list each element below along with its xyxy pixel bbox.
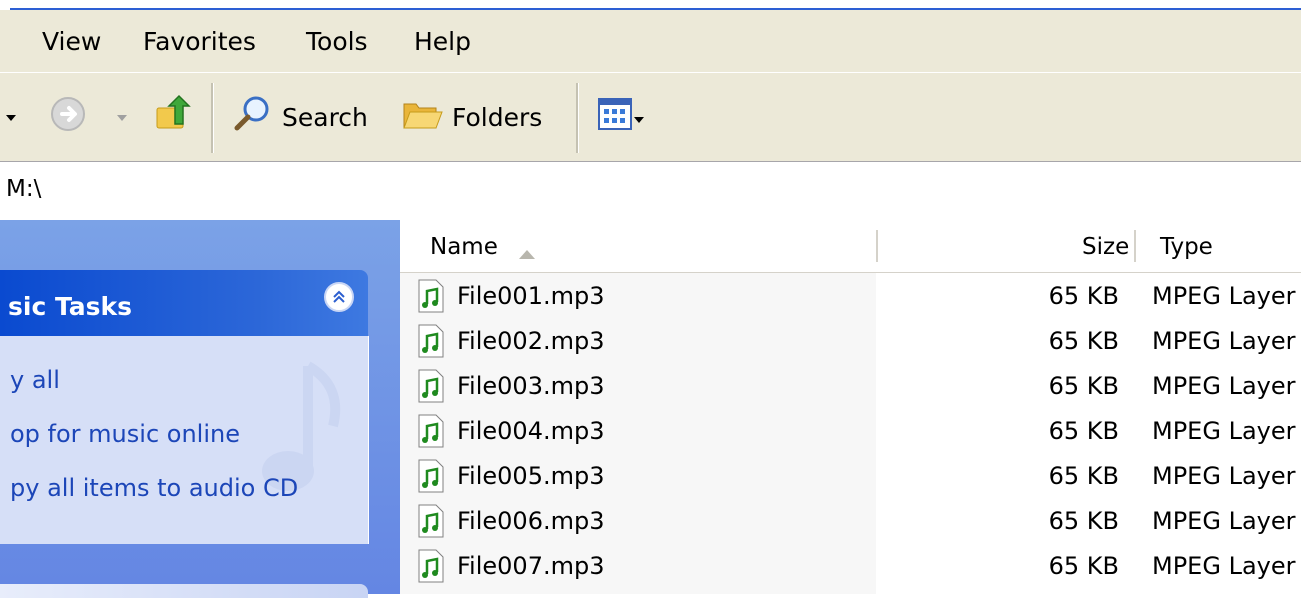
file-type: MPEG Layer <box>1152 552 1296 580</box>
file-row[interactable]: File002.mp3 65 KB MPEG Layer <box>400 320 1301 365</box>
file-list: Name Size Type File001.mp3 65 KB MPEG La… <box>400 220 1301 594</box>
file-name: File005.mp3 <box>457 462 605 490</box>
file-type: MPEG Layer <box>1152 282 1296 310</box>
search-icon <box>232 94 272 140</box>
task-pane: sic Tasks y all op for music online py a… <box>0 220 400 598</box>
window-top-border <box>0 0 1301 10</box>
next-task-panel <box>0 584 368 598</box>
menu-favorites[interactable]: Favorites <box>143 27 256 56</box>
music-tasks-header[interactable]: sic Tasks <box>0 270 368 336</box>
music-file-icon <box>418 279 444 313</box>
file-name: File007.mp3 <box>457 552 605 580</box>
file-size: 65 KB <box>1048 282 1119 310</box>
file-size: 65 KB <box>1048 327 1119 355</box>
file-row[interactable]: File007.mp3 65 KB MPEG Layer <box>400 545 1301 590</box>
file-size: 65 KB <box>1048 507 1119 535</box>
file-name: File003.mp3 <box>457 372 605 400</box>
file-row[interactable]: File001.mp3 65 KB MPEG Layer <box>400 275 1301 320</box>
sort-ascending-icon <box>518 240 536 266</box>
file-size: 65 KB <box>1048 462 1119 490</box>
search-label: Search <box>282 102 368 132</box>
back-dropdown-icon[interactable] <box>4 93 18 141</box>
music-tasks-body: y all op for music online py all items t… <box>0 336 369 544</box>
file-row[interactable]: File003.mp3 65 KB MPEG Layer <box>400 365 1301 410</box>
music-file-icon <box>418 549 444 583</box>
menu-bar: View Favorites Tools Help <box>0 10 1301 72</box>
forward-icon <box>50 96 86 138</box>
file-name: File002.mp3 <box>457 327 605 355</box>
music-file-icon <box>418 369 444 403</box>
file-size: 65 KB <box>1048 417 1119 445</box>
menu-tools[interactable]: Tools <box>306 27 368 56</box>
file-type: MPEG Layer <box>1152 417 1296 445</box>
file-size: 65 KB <box>1048 552 1119 580</box>
folders-icon <box>402 96 444 138</box>
column-header-type[interactable]: Type <box>1160 234 1213 260</box>
file-name: File001.mp3 <box>457 282 605 310</box>
views-icon <box>598 98 632 136</box>
column-header-name[interactable]: Name <box>430 234 498 260</box>
file-row[interactable]: File004.mp3 65 KB MPEG Layer <box>400 410 1301 455</box>
views-dropdown-icon <box>632 103 646 132</box>
column-header-size[interactable]: Size <box>1082 234 1129 260</box>
column-headers: Name Size Type <box>400 220 1301 273</box>
file-name: File004.mp3 <box>457 417 605 445</box>
file-type: MPEG Layer <box>1152 507 1296 535</box>
music-file-icon <box>418 414 444 448</box>
address-path: M:\ <box>6 176 42 202</box>
column-divider[interactable] <box>876 230 878 262</box>
column-divider[interactable] <box>1134 230 1136 262</box>
file-row[interactable]: File005.mp3 65 KB MPEG Layer <box>400 455 1301 500</box>
toolbar-separator <box>576 83 579 153</box>
toolbar-separator <box>211 83 214 153</box>
forward-button[interactable] <box>50 93 86 141</box>
music-file-icon <box>418 459 444 493</box>
file-type: MPEG Layer <box>1152 462 1296 490</box>
folders-label: Folders <box>452 102 543 132</box>
music-tasks-title: sic Tasks <box>8 292 133 321</box>
menu-help[interactable]: Help <box>414 27 471 56</box>
up-folder-icon <box>153 94 193 140</box>
forward-dropdown-icon[interactable] <box>115 93 129 141</box>
task-copy-to-audio-cd[interactable]: py all items to audio CD <box>10 474 298 502</box>
address-bar[interactable]: M:\ <box>0 161 1301 221</box>
search-button[interactable]: Search <box>232 93 368 141</box>
task-play-all[interactable]: y all <box>10 366 60 394</box>
folders-button[interactable]: Folders <box>402 93 542 141</box>
up-folder-button[interactable] <box>153 93 193 141</box>
file-type: MPEG Layer <box>1152 327 1296 355</box>
task-shop-music-online[interactable]: op for music online <box>10 420 240 448</box>
standard-toolbar: Search Folders <box>0 72 1301 161</box>
collapse-icon[interactable] <box>324 282 354 312</box>
file-type: MPEG Layer <box>1152 372 1296 400</box>
file-name: File006.mp3 <box>457 507 605 535</box>
file-size: 65 KB <box>1048 372 1119 400</box>
menu-view[interactable]: View <box>42 27 101 56</box>
music-file-icon <box>418 324 444 358</box>
file-row[interactable]: File006.mp3 65 KB MPEG Layer <box>400 500 1301 545</box>
views-button[interactable] <box>598 93 646 141</box>
music-file-icon <box>418 504 444 538</box>
